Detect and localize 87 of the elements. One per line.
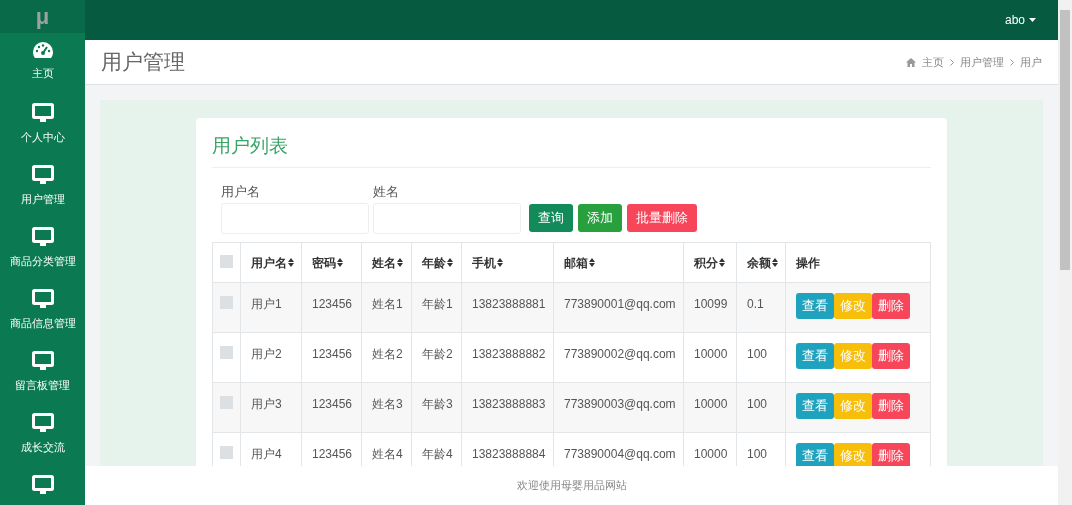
- action-button[interactable]: 查看: [796, 293, 834, 319]
- table-cell: 100: [736, 382, 786, 433]
- query-button[interactable]: 查询: [529, 204, 573, 232]
- table-cell: 123456: [301, 282, 362, 333]
- sidebar-item[interactable]: 商品分类管理: [0, 219, 85, 281]
- sidebar-item[interactable]: 主页: [0, 33, 85, 95]
- card-title: 用户列表: [212, 132, 931, 168]
- table-cell: 10099: [683, 282, 737, 333]
- action-button[interactable]: 查看: [796, 393, 834, 419]
- chevron-icon: [1010, 58, 1014, 66]
- table-cell: 年龄3: [411, 382, 462, 433]
- column-header: 余额: [736, 242, 786, 283]
- monitor-icon: [31, 103, 54, 123]
- action-button[interactable]: 删除: [872, 343, 910, 369]
- home-icon: [906, 57, 916, 67]
- table-cell: 用户2: [240, 332, 302, 383]
- field-label: 用户名: [221, 182, 261, 201]
- table-cell: 用户3: [240, 382, 302, 433]
- table-cell: 123456: [301, 332, 362, 383]
- breadcrumb-link[interactable]: 用户: [1020, 53, 1042, 71]
- table-cell: 10000: [683, 332, 737, 383]
- table-cell: 姓名2: [361, 332, 412, 383]
- monitor-icon: [31, 165, 54, 185]
- sort-icon[interactable]: [772, 258, 778, 267]
- monitor-icon: [31, 475, 54, 495]
- checkbox[interactable]: [220, 255, 233, 268]
- checkbox[interactable]: [220, 296, 233, 309]
- sort-icon[interactable]: [719, 258, 725, 267]
- table-cell: 13823888882: [461, 332, 554, 383]
- sort-icon[interactable]: [497, 258, 503, 267]
- page-title: 用户管理: [101, 49, 185, 76]
- table-cell: 773890003@qq.com: [553, 382, 684, 433]
- action-button[interactable]: 删除: [872, 443, 910, 466]
- checkbox[interactable]: [220, 346, 233, 359]
- monitor-icon: [31, 289, 54, 309]
- column-header: 邮箱: [553, 242, 684, 283]
- checkbox[interactable]: [220, 396, 233, 409]
- chevron-icon: [950, 58, 954, 66]
- column-header: 手机: [461, 242, 554, 283]
- table-cell: 13823888881: [461, 282, 554, 333]
- footer-text: 欢迎使用母婴用品网站: [516, 478, 627, 494]
- table-cell: 123456: [301, 382, 362, 433]
- table-cell: 年龄2: [411, 332, 462, 383]
- sort-icon[interactable]: [337, 258, 343, 267]
- action-button[interactable]: 删除: [872, 393, 910, 419]
- sidebar-item[interactable]: 用户管理: [0, 157, 85, 219]
- monitor-icon: [31, 227, 54, 247]
- sidebar-item[interactable]: 个人中心: [0, 95, 85, 157]
- scrollbar[interactable]: [1058, 0, 1072, 505]
- caret-icon: [1029, 18, 1036, 22]
- breadcrumb-link[interactable]: 用户管理: [960, 53, 1004, 71]
- column-header: 操作: [785, 242, 931, 283]
- action-button[interactable]: 查看: [796, 343, 834, 369]
- sidebar-item[interactable]: 商品信息管理: [0, 281, 85, 343]
- checkbox[interactable]: [220, 446, 233, 459]
- logo: μ: [35, 3, 50, 31]
- table-cell: 年龄1: [411, 282, 462, 333]
- table-cell: 0.1: [736, 282, 786, 333]
- table-cell: 用户1: [240, 282, 302, 333]
- monitor-icon: [31, 351, 54, 371]
- table-cell: 10000: [683, 382, 737, 433]
- table-cell: 13823888883: [461, 382, 554, 433]
- table-cell: 100: [736, 332, 786, 383]
- breadcrumb-link[interactable]: 主页: [922, 53, 944, 71]
- field-label: 姓名: [373, 182, 400, 201]
- sidebar-item[interactable]: 成长交流: [0, 405, 85, 467]
- add-button[interactable]: 添加: [578, 204, 622, 232]
- column-header: 姓名: [361, 242, 412, 283]
- column-header: 年龄: [411, 242, 462, 283]
- sort-icon[interactable]: [447, 258, 453, 267]
- column-header: 用户名: [240, 242, 302, 283]
- sidebar-item[interactable]: 留言板管理: [0, 343, 85, 405]
- table-cell: 姓名1: [361, 282, 412, 333]
- table-cell: 773890002@qq.com: [553, 332, 684, 383]
- column-header: 密码: [301, 242, 362, 283]
- sort-icon[interactable]: [589, 258, 595, 267]
- action-button[interactable]: 删除: [872, 293, 910, 319]
- monitor-icon: [31, 413, 54, 433]
- table-cell: 姓名3: [361, 382, 412, 433]
- user-menu[interactable]: abo: [1004, 11, 1036, 29]
- table-cell: 773890001@qq.com: [553, 282, 684, 333]
- action-button[interactable]: 查看: [796, 443, 834, 466]
- column-header: 积分: [683, 242, 737, 283]
- sort-icon[interactable]: [397, 258, 403, 267]
- delete-button[interactable]: 批量删除: [627, 204, 697, 232]
- sort-icon[interactable]: [288, 258, 294, 267]
- dashboard-icon: [31, 41, 54, 59]
